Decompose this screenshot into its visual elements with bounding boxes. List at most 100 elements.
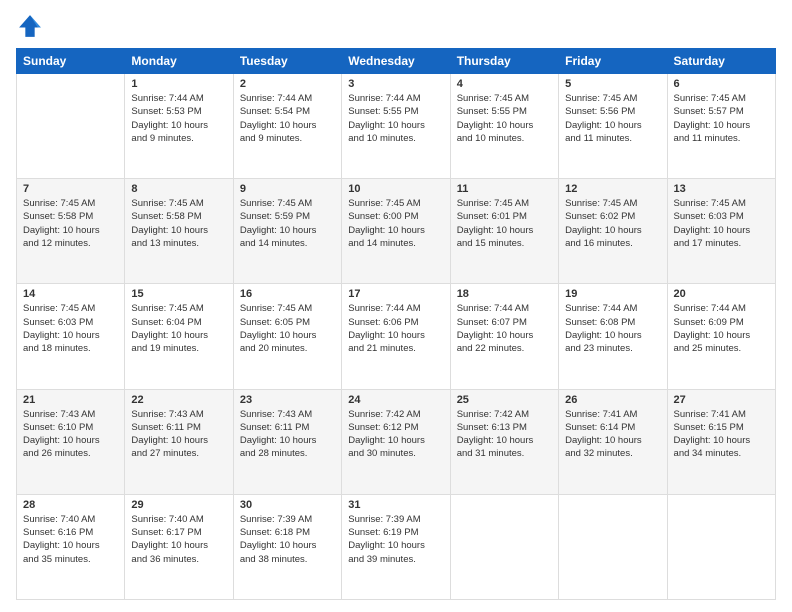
day-number: 6 — [674, 78, 769, 90]
calendar-cell: 12 Sunrise: 7:45 AM Sunset: 6:02 PM Dayli… — [559, 179, 667, 284]
calendar-cell: 17 Sunrise: 7:44 AM Sunset: 6:06 PM Dayli… — [342, 284, 450, 389]
day-info: Sunrise: 7:43 AM Sunset: 6:11 PM Dayligh… — [131, 408, 226, 461]
day-number: 4 — [457, 78, 552, 90]
calendar-cell: 19 Sunrise: 7:44 AM Sunset: 6:08 PM Dayli… — [559, 284, 667, 389]
day-info: Sunrise: 7:44 AM Sunset: 5:54 PM Dayligh… — [240, 92, 335, 145]
day-number: 3 — [348, 78, 443, 90]
logo-icon — [16, 12, 44, 40]
header — [16, 12, 776, 40]
weekday-header-wednesday: Wednesday — [342, 49, 450, 74]
weekday-header-sunday: Sunday — [17, 49, 125, 74]
calendar-cell: 23 Sunrise: 7:43 AM Sunset: 6:11 PM Dayli… — [233, 389, 341, 494]
calendar-cell: 2 Sunrise: 7:44 AM Sunset: 5:54 PM Daylig… — [233, 74, 341, 179]
day-number: 7 — [23, 183, 118, 195]
day-number: 29 — [131, 499, 226, 511]
calendar-cell: 3 Sunrise: 7:44 AM Sunset: 5:55 PM Daylig… — [342, 74, 450, 179]
day-info: Sunrise: 7:42 AM Sunset: 6:12 PM Dayligh… — [348, 408, 443, 461]
day-info: Sunrise: 7:45 AM Sunset: 5:58 PM Dayligh… — [23, 197, 118, 250]
day-number: 26 — [565, 394, 660, 406]
calendar-cell: 10 Sunrise: 7:45 AM Sunset: 6:00 PM Dayli… — [342, 179, 450, 284]
day-number: 2 — [240, 78, 335, 90]
day-number: 21 — [23, 394, 118, 406]
day-info: Sunrise: 7:43 AM Sunset: 6:11 PM Dayligh… — [240, 408, 335, 461]
calendar-cell: 30Sunrise: 7:39 AM Sunset: 6:18 PM Dayli… — [233, 494, 341, 599]
day-number: 11 — [457, 183, 552, 195]
day-info: Sunrise: 7:45 AM Sunset: 6:03 PM Dayligh… — [674, 197, 769, 250]
week-row-3: 14 Sunrise: 7:45 AM Sunset: 6:03 PM Dayli… — [17, 284, 776, 389]
calendar-cell: 28 Sunrise: 7:40 AM Sunset: 6:16 PM Dayli… — [17, 494, 125, 599]
calendar-cell: 13 Sunrise: 7:45 AM Sunset: 6:03 PM Dayli… — [667, 179, 775, 284]
weekday-header-tuesday: Tuesday — [233, 49, 341, 74]
day-info: Sunrise: 7:45 AM Sunset: 5:57 PM Dayligh… — [674, 92, 769, 145]
day-info: Sunrise: 7:41 AM Sunset: 6:15 PM Dayligh… — [674, 408, 769, 461]
calendar-cell — [450, 494, 558, 599]
day-number: 16 — [240, 288, 335, 300]
day-number: 17 — [348, 288, 443, 300]
day-info: Sunrise: 7:40 AM Sunset: 6:16 PM Dayligh… — [23, 513, 118, 566]
day-number: 19 — [565, 288, 660, 300]
week-row-4: 21Sunrise: 7:43 AM Sunset: 6:10 PM Dayli… — [17, 389, 776, 494]
week-row-2: 7 Sunrise: 7:45 AM Sunset: 5:58 PM Daylig… — [17, 179, 776, 284]
calendar-cell: 31 Sunrise: 7:39 AM Sunset: 6:19 PM Dayli… — [342, 494, 450, 599]
day-info: Sunrise: 7:41 AM Sunset: 6:14 PM Dayligh… — [565, 408, 660, 461]
calendar-cell: 20 Sunrise: 7:44 AM Sunset: 6:09 PM Dayli… — [667, 284, 775, 389]
day-info: Sunrise: 7:39 AM Sunset: 6:19 PM Dayligh… — [348, 513, 443, 566]
day-info: Sunrise: 7:45 AM Sunset: 5:58 PM Dayligh… — [131, 197, 226, 250]
day-info: Sunrise: 7:45 AM Sunset: 6:05 PM Dayligh… — [240, 302, 335, 355]
calendar-cell: 8 Sunrise: 7:45 AM Sunset: 5:58 PM Daylig… — [125, 179, 233, 284]
day-number: 12 — [565, 183, 660, 195]
weekday-header-saturday: Saturday — [667, 49, 775, 74]
calendar-cell: 5Sunrise: 7:45 AM Sunset: 5:56 PM Daylig… — [559, 74, 667, 179]
calendar-cell: 24Sunrise: 7:42 AM Sunset: 6:12 PM Dayli… — [342, 389, 450, 494]
calendar-page: SundayMondayTuesdayWednesdayThursdayFrid… — [0, 0, 792, 612]
calendar-cell: 21Sunrise: 7:43 AM Sunset: 6:10 PM Dayli… — [17, 389, 125, 494]
day-number: 13 — [674, 183, 769, 195]
calendar-cell: 7 Sunrise: 7:45 AM Sunset: 5:58 PM Daylig… — [17, 179, 125, 284]
calendar-cell — [667, 494, 775, 599]
day-info: Sunrise: 7:44 AM Sunset: 5:55 PM Dayligh… — [348, 92, 443, 145]
day-info: Sunrise: 7:45 AM Sunset: 6:02 PM Dayligh… — [565, 197, 660, 250]
calendar-table: SundayMondayTuesdayWednesdayThursdayFrid… — [16, 48, 776, 600]
calendar-cell: 1Sunrise: 7:44 AM Sunset: 5:53 PM Daylig… — [125, 74, 233, 179]
weekday-header-friday: Friday — [559, 49, 667, 74]
calendar-cell: 29 Sunrise: 7:40 AM Sunset: 6:17 PM Dayli… — [125, 494, 233, 599]
calendar-cell: 22 Sunrise: 7:43 AM Sunset: 6:11 PM Dayli… — [125, 389, 233, 494]
day-info: Sunrise: 7:39 AM Sunset: 6:18 PM Dayligh… — [240, 513, 335, 566]
weekday-header-monday: Monday — [125, 49, 233, 74]
day-number: 8 — [131, 183, 226, 195]
calendar-cell: 6 Sunrise: 7:45 AM Sunset: 5:57 PM Daylig… — [667, 74, 775, 179]
calendar-cell: 26 Sunrise: 7:41 AM Sunset: 6:14 PM Dayli… — [559, 389, 667, 494]
calendar-cell: 27 Sunrise: 7:41 AM Sunset: 6:15 PM Dayli… — [667, 389, 775, 494]
day-number: 20 — [674, 288, 769, 300]
day-info: Sunrise: 7:45 AM Sunset: 6:03 PM Dayligh… — [23, 302, 118, 355]
day-number: 31 — [348, 499, 443, 511]
week-row-1: 1Sunrise: 7:44 AM Sunset: 5:53 PM Daylig… — [17, 74, 776, 179]
day-number: 15 — [131, 288, 226, 300]
day-info: Sunrise: 7:45 AM Sunset: 5:59 PM Dayligh… — [240, 197, 335, 250]
day-number: 23 — [240, 394, 335, 406]
day-info: Sunrise: 7:44 AM Sunset: 5:53 PM Dayligh… — [131, 92, 226, 145]
calendar-header: SundayMondayTuesdayWednesdayThursdayFrid… — [17, 49, 776, 74]
calendar-cell: 14 Sunrise: 7:45 AM Sunset: 6:03 PM Dayli… — [17, 284, 125, 389]
calendar-cell: 25 Sunrise: 7:42 AM Sunset: 6:13 PM Dayli… — [450, 389, 558, 494]
day-number: 27 — [674, 394, 769, 406]
day-info: Sunrise: 7:45 AM Sunset: 6:04 PM Dayligh… — [131, 302, 226, 355]
day-info: Sunrise: 7:45 AM Sunset: 6:00 PM Dayligh… — [348, 197, 443, 250]
weekday-header-thursday: Thursday — [450, 49, 558, 74]
day-number: 25 — [457, 394, 552, 406]
logo — [16, 12, 48, 40]
day-number: 14 — [23, 288, 118, 300]
day-info: Sunrise: 7:44 AM Sunset: 6:08 PM Dayligh… — [565, 302, 660, 355]
weekday-row: SundayMondayTuesdayWednesdayThursdayFrid… — [17, 49, 776, 74]
calendar-cell: 18Sunrise: 7:44 AM Sunset: 6:07 PM Dayli… — [450, 284, 558, 389]
day-number: 28 — [23, 499, 118, 511]
calendar-cell: 4Sunrise: 7:45 AM Sunset: 5:55 PM Daylig… — [450, 74, 558, 179]
day-info: Sunrise: 7:44 AM Sunset: 6:09 PM Dayligh… — [674, 302, 769, 355]
day-number: 18 — [457, 288, 552, 300]
day-info: Sunrise: 7:40 AM Sunset: 6:17 PM Dayligh… — [131, 513, 226, 566]
day-number: 22 — [131, 394, 226, 406]
day-info: Sunrise: 7:44 AM Sunset: 6:06 PM Dayligh… — [348, 302, 443, 355]
day-number: 10 — [348, 183, 443, 195]
day-info: Sunrise: 7:42 AM Sunset: 6:13 PM Dayligh… — [457, 408, 552, 461]
calendar-cell — [17, 74, 125, 179]
